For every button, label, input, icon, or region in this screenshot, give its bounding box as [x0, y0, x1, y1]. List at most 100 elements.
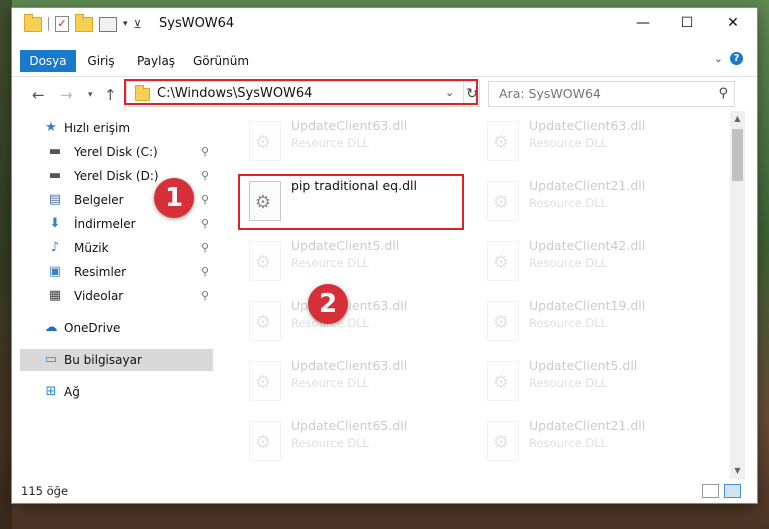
- sidebar-item-label: Yerel Disk (D:): [74, 169, 159, 183]
- file-item[interactable]: ⚙ UpdateClient42.dll Resource DLL: [479, 235, 709, 287]
- file-item[interactable]: ⚙ UpdateClient63.dll Resource DLL: [241, 115, 471, 167]
- window-title: SysWOW64: [159, 16, 235, 31]
- sidebar-item-pictures[interactable]: ▣ Resimler ⚲: [48, 261, 213, 283]
- scroll-down-icon[interactable]: ▼: [730, 463, 745, 479]
- minimize-button[interactable]: —: [620, 8, 666, 38]
- dll-file-icon: ⚙: [487, 241, 519, 281]
- back-arrow-icon[interactable]: ←: [32, 86, 45, 104]
- file-item[interactable]: ⚙ UpdateClient5.dll Resource DLL: [479, 355, 709, 407]
- file-item[interactable]: ⚙ UpdateClient63.dll Resource DLL: [479, 115, 709, 167]
- tab-share[interactable]: Paylaş: [130, 50, 182, 72]
- dll-file-icon: ⚙: [249, 241, 281, 281]
- status-bar: 115 öğe: [12, 479, 757, 503]
- file-item[interactable]: ⚙ UpdateClient65.dll Resource DLL: [241, 415, 471, 467]
- dll-file-icon: ⚙: [249, 121, 281, 161]
- music-icon: ♪: [50, 240, 60, 255]
- sidebar-item-network[interactable]: ⊞ Ağ: [44, 381, 209, 403]
- file-type: Resource DLL: [529, 316, 608, 330]
- tab-view[interactable]: Görünüm: [190, 50, 252, 72]
- sidebar-item-label: Ağ: [64, 385, 80, 399]
- file-type: Resource DLL: [529, 136, 608, 150]
- dll-file-icon: ⚙: [487, 301, 519, 341]
- gear-icon: ⚙: [254, 252, 272, 273]
- file-item[interactable]: ⚙ UpdateClient5.dll Resource DLL: [241, 235, 471, 287]
- computer-icon: ▭: [44, 352, 58, 367]
- cloud-icon: ☁: [44, 320, 58, 335]
- sidebar-item-onedrive[interactable]: ☁ OneDrive: [44, 317, 209, 339]
- drive-icon: ▬: [48, 144, 62, 159]
- file-name: UpdateClient5.dll: [291, 238, 400, 253]
- help-icon[interactable]: ?: [730, 52, 743, 65]
- gear-icon: ⚙: [492, 192, 510, 213]
- file-item[interactable]: ⚙ UpdateClient21.dll Resource DLL: [479, 175, 709, 227]
- file-name: UpdateClient63.dll: [291, 118, 408, 133]
- sidebar-item-videos[interactable]: ▦ Videolar ⚲: [48, 285, 213, 307]
- pin-icon[interactable]: ⚲: [201, 165, 209, 187]
- tab-file[interactable]: Dosya: [20, 50, 76, 72]
- network-icon: ⊞: [45, 384, 57, 399]
- up-arrow-icon[interactable]: ↑: [104, 86, 117, 104]
- image-icon: ▣: [48, 264, 62, 279]
- gear-icon: ⚙: [492, 432, 510, 453]
- recent-locations-icon[interactable]: ▾: [88, 90, 93, 100]
- search-icon[interactable]: ⚲: [718, 86, 728, 101]
- pin-icon[interactable]: ⚲: [201, 261, 209, 283]
- search-input[interactable]: [497, 85, 701, 102]
- close-button[interactable]: ✕: [710, 8, 756, 38]
- sidebar-item-music[interactable]: ♪ Müzik ⚲: [48, 237, 213, 259]
- dll-file-icon: ⚙: [487, 121, 519, 161]
- file-type: Resource DLL: [529, 436, 608, 450]
- dll-file-icon: ⚙: [249, 301, 281, 341]
- quick-access-toolbar: ✓ ▾ ⊻: [24, 13, 142, 32]
- sidebar-item-local-disk-c[interactable]: ▬ Yerel Disk (C:) ⚲: [48, 141, 213, 163]
- file-name: UpdateClient21.dll: [529, 178, 646, 193]
- sidebar-item-quick-access[interactable]: ★ Hızlı erişim: [44, 117, 209, 139]
- maximize-button[interactable]: ☐: [664, 8, 710, 38]
- scrollbar-thumb[interactable]: [732, 129, 743, 181]
- gear-icon: ⚙: [492, 312, 510, 333]
- pin-icon[interactable]: ⚲: [201, 141, 209, 163]
- file-name: UpdateClient5.dll: [529, 358, 638, 373]
- pin-icon[interactable]: ⚲: [201, 189, 209, 211]
- large-icons-view-icon[interactable]: [724, 484, 741, 498]
- file-type: Resource DLL: [291, 376, 370, 390]
- new-folder-icon[interactable]: [75, 13, 93, 32]
- pin-icon[interactable]: ⚲: [201, 213, 209, 235]
- sidebar-item-downloads[interactable]: ⬇ İndirmeler ⚲: [48, 213, 213, 235]
- file-name: UpdateClient42.dll: [529, 238, 646, 253]
- sidebar-item-label: Belgeler: [74, 193, 124, 207]
- folder-icon: [24, 13, 42, 32]
- vertical-scrollbar[interactable]: ▲ ▼: [730, 111, 745, 479]
- sidebar-item-label: Hızlı erişim: [64, 121, 131, 135]
- file-item[interactable]: ⚙ UpdateClient63.dll Resource DLL: [241, 355, 471, 407]
- scroll-up-icon[interactable]: ▲: [730, 111, 745, 127]
- file-type: Resource DLL: [291, 136, 370, 150]
- dll-file-icon: ⚙: [487, 421, 519, 461]
- pin-icon[interactable]: ⚲: [201, 285, 209, 307]
- star-icon: ★: [45, 120, 57, 135]
- expand-ribbon-icon[interactable]: ⌄: [714, 52, 723, 65]
- title-bar: ✓ ▾ ⊻ SysWOW64 — ☐ ✕: [12, 8, 757, 40]
- tab-home[interactable]: Giriş: [78, 50, 124, 72]
- forward-arrow-icon[interactable]: →: [60, 86, 73, 104]
- gear-icon: ⚙: [492, 132, 510, 153]
- dll-file-icon: ⚙: [249, 361, 281, 401]
- sidebar-item-this-pc[interactable]: ▭ Bu bilgisayar: [20, 349, 213, 371]
- file-name: UpdateClient65.dll: [291, 418, 408, 433]
- ribbon: Dosya Giriş Paylaş Görünüm ⌄ ?: [12, 40, 757, 77]
- chevron-down-icon[interactable]: ▾: [123, 19, 128, 29]
- properties-icon[interactable]: [99, 16, 117, 32]
- gear-icon: ⚙: [492, 372, 510, 393]
- properties-check-icon[interactable]: ✓: [55, 16, 69, 32]
- pin-icon[interactable]: ⚲: [201, 237, 209, 259]
- details-view-icon[interactable]: [702, 484, 719, 498]
- file-type: Resource DLL: [529, 256, 608, 270]
- customize-qat-icon[interactable]: ⊻: [134, 18, 142, 31]
- file-item[interactable]: ⚙ UpdateClient63.dll Resource DLL: [241, 295, 471, 347]
- file-item[interactable]: ⚙ UpdateClient19.dll Resource DLL: [479, 295, 709, 347]
- file-item[interactable]: ⚙ UpdateClient21.dll Resource DLL: [479, 415, 709, 467]
- drive-icon: ▬: [48, 168, 62, 183]
- divider: [48, 17, 49, 31]
- search-box[interactable]: ⚲: [488, 81, 735, 107]
- download-icon: ⬇: [49, 216, 61, 231]
